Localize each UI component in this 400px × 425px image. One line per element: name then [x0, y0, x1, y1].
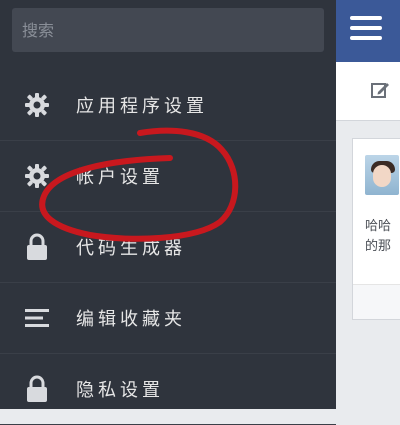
menu-item-label: 隐私设置 — [76, 380, 164, 401]
compose-icon[interactable] — [370, 80, 390, 104]
main-content-peek: 哈哈 的那 — [336, 0, 400, 409]
menu-item-app-settings[interactable]: 应用程序设置 — [0, 70, 336, 141]
sidebar-menu: 应用程序设置 — [0, 0, 336, 425]
search-field[interactable] — [12, 8, 324, 52]
avatar[interactable] — [365, 155, 399, 195]
lock-icon — [23, 375, 51, 403]
composer-bar — [336, 62, 400, 121]
list-icon — [23, 304, 51, 332]
menu-item-label: 帐户设置 — [76, 167, 164, 188]
gear-icon — [23, 91, 51, 119]
hamburger-icon[interactable] — [350, 16, 382, 44]
lock-icon — [23, 233, 51, 261]
menu-item-label: 应用程序设置 — [76, 96, 208, 117]
post-actions[interactable] — [353, 284, 400, 319]
post-snippet-line1: 哈哈 — [365, 219, 392, 234]
menu-item-label: 代码生成器 — [76, 238, 186, 259]
menu-item-label: 编辑收藏夹 — [76, 309, 186, 330]
post-snippet-line2: 的那 — [365, 239, 392, 254]
top-bar — [336, 0, 400, 62]
menu-item-edit-favorites[interactable]: 编辑收藏夹 — [0, 283, 336, 354]
menu-item-privacy-settings[interactable]: 隐私设置 — [0, 354, 336, 425]
menu-item-code-generator[interactable]: 代码生成器 — [0, 212, 336, 283]
gear-icon — [23, 162, 51, 190]
feed-post-card[interactable]: 哈哈 的那 — [352, 138, 400, 320]
menu-item-account-settings[interactable]: 帐户设置 — [0, 141, 336, 212]
search-input[interactable] — [20, 19, 324, 41]
